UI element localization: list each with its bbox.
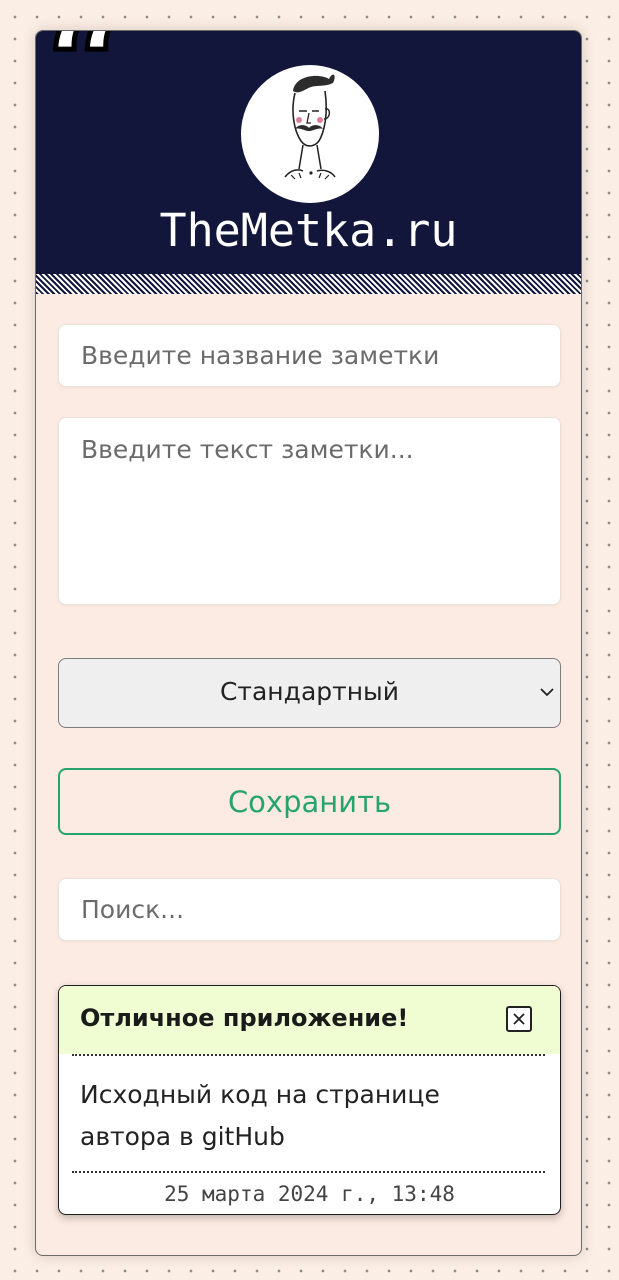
header-hatch-divider [36, 274, 581, 294]
site-logo-text[interactable]: TheMetka.ru [36, 203, 581, 259]
note-card: Отличное приложение! Исходный код на стр… [58, 985, 561, 1215]
note-timestamp: 25 марта 2024 г., 13:48 [164, 1182, 455, 1206]
note-text-placeholder: Введите текст заметки... [81, 435, 414, 464]
category-select-value: Стандартный [219, 677, 400, 706]
save-button[interactable]: Сохранить [58, 768, 561, 835]
note-card-divider [72, 1171, 545, 1173]
avatar [241, 65, 379, 203]
note-card-header: Отличное приложение! [59, 986, 560, 1054]
note-body: Исходный код на странице автора в gitHub [80, 1080, 440, 1151]
quote-mark-icon: “ [44, 30, 130, 147]
delete-note-button[interactable] [506, 1006, 532, 1032]
note-title-placeholder: Введите название заметки [81, 341, 440, 370]
search-input[interactable]: Поиск... [58, 878, 561, 941]
note-title: Отличное приложение! [80, 1004, 409, 1032]
chevron-down-icon [540, 688, 554, 697]
mustached-man-portrait-icon [284, 74, 336, 180]
category-select[interactable]: Стандартный [58, 658, 561, 728]
close-icon [513, 1013, 525, 1025]
app-container: “ TheMetka.ru Введите название заметки В… [35, 30, 582, 1256]
note-card-divider [72, 1054, 545, 1056]
note-title-input[interactable]: Введите название заметки [58, 324, 561, 387]
note-text-textarea[interactable]: Введите текст заметки... [58, 417, 561, 605]
search-placeholder: Поиск... [81, 895, 185, 924]
